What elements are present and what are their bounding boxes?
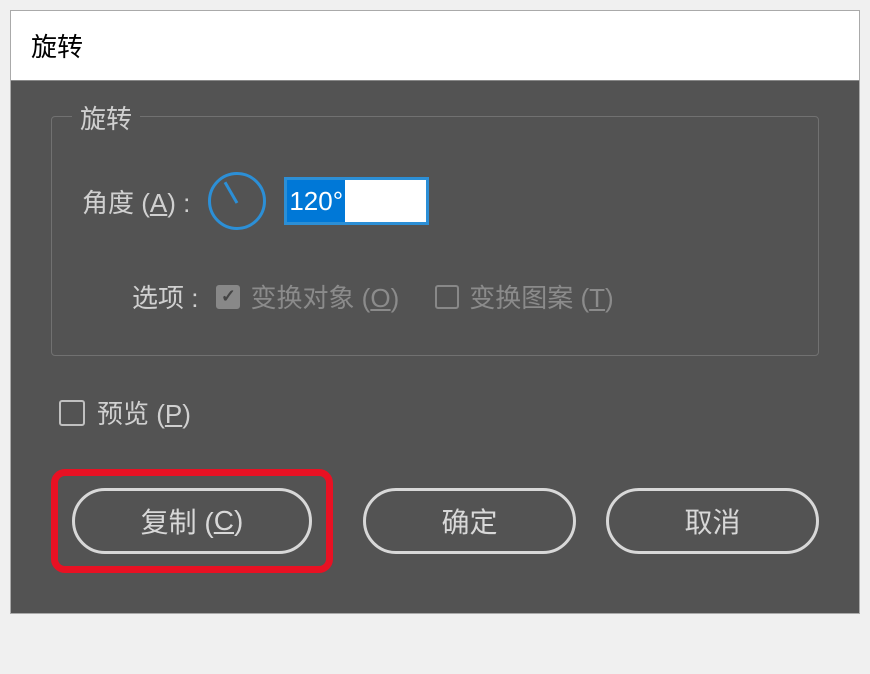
dialog-content: 旋转 角度 (A) : 120° 选项 : 变换对象 (O) <box>11 81 859 613</box>
angle-input-value: 120° <box>287 180 345 222</box>
rotate-dialog: 旋转 旋转 角度 (A) : 120° 选项 : <box>10 10 860 614</box>
transform-object-label: 变换对象 (O) <box>250 278 399 315</box>
transform-pattern-group: 变换图案 (T) <box>435 278 613 315</box>
transform-object-group: 变换对象 (O) <box>216 278 399 315</box>
preview-checkbox[interactable] <box>59 400 85 426</box>
options-row: 选项 : 变换对象 (O) 变换图案 (T) <box>82 278 788 315</box>
options-label: 选项 : <box>132 278 198 315</box>
transform-pattern-checkbox[interactable] <box>435 285 459 309</box>
cancel-button[interactable]: 取消 <box>606 488 819 554</box>
transform-pattern-label: 变换图案 (T) <box>469 278 613 315</box>
dialog-title-bar: 旋转 <box>11 11 859 81</box>
ok-button[interactable]: 确定 <box>363 488 576 554</box>
angle-dial-hand <box>224 181 239 203</box>
angle-row: 角度 (A) : 120° <box>82 172 788 230</box>
transform-object-checkbox[interactable] <box>216 285 240 309</box>
fieldset-legend: 旋转 <box>72 99 140 136</box>
copy-button[interactable]: 复制 (C) <box>72 488 312 554</box>
preview-row: 预览 (P) <box>59 394 819 431</box>
dialog-title: 旋转 <box>31 32 83 62</box>
preview-label: 预览 (P) <box>97 394 191 431</box>
rotate-fieldset: 旋转 角度 (A) : 120° 选项 : 变换对象 (O) <box>51 116 819 356</box>
angle-dial[interactable] <box>208 172 266 230</box>
angle-input[interactable]: 120° <box>284 177 429 225</box>
button-row: 复制 (C) 确定 取消 <box>51 469 819 573</box>
angle-label: 角度 (A) : <box>82 183 190 220</box>
highlight-annotation: 复制 (C) <box>51 469 333 573</box>
